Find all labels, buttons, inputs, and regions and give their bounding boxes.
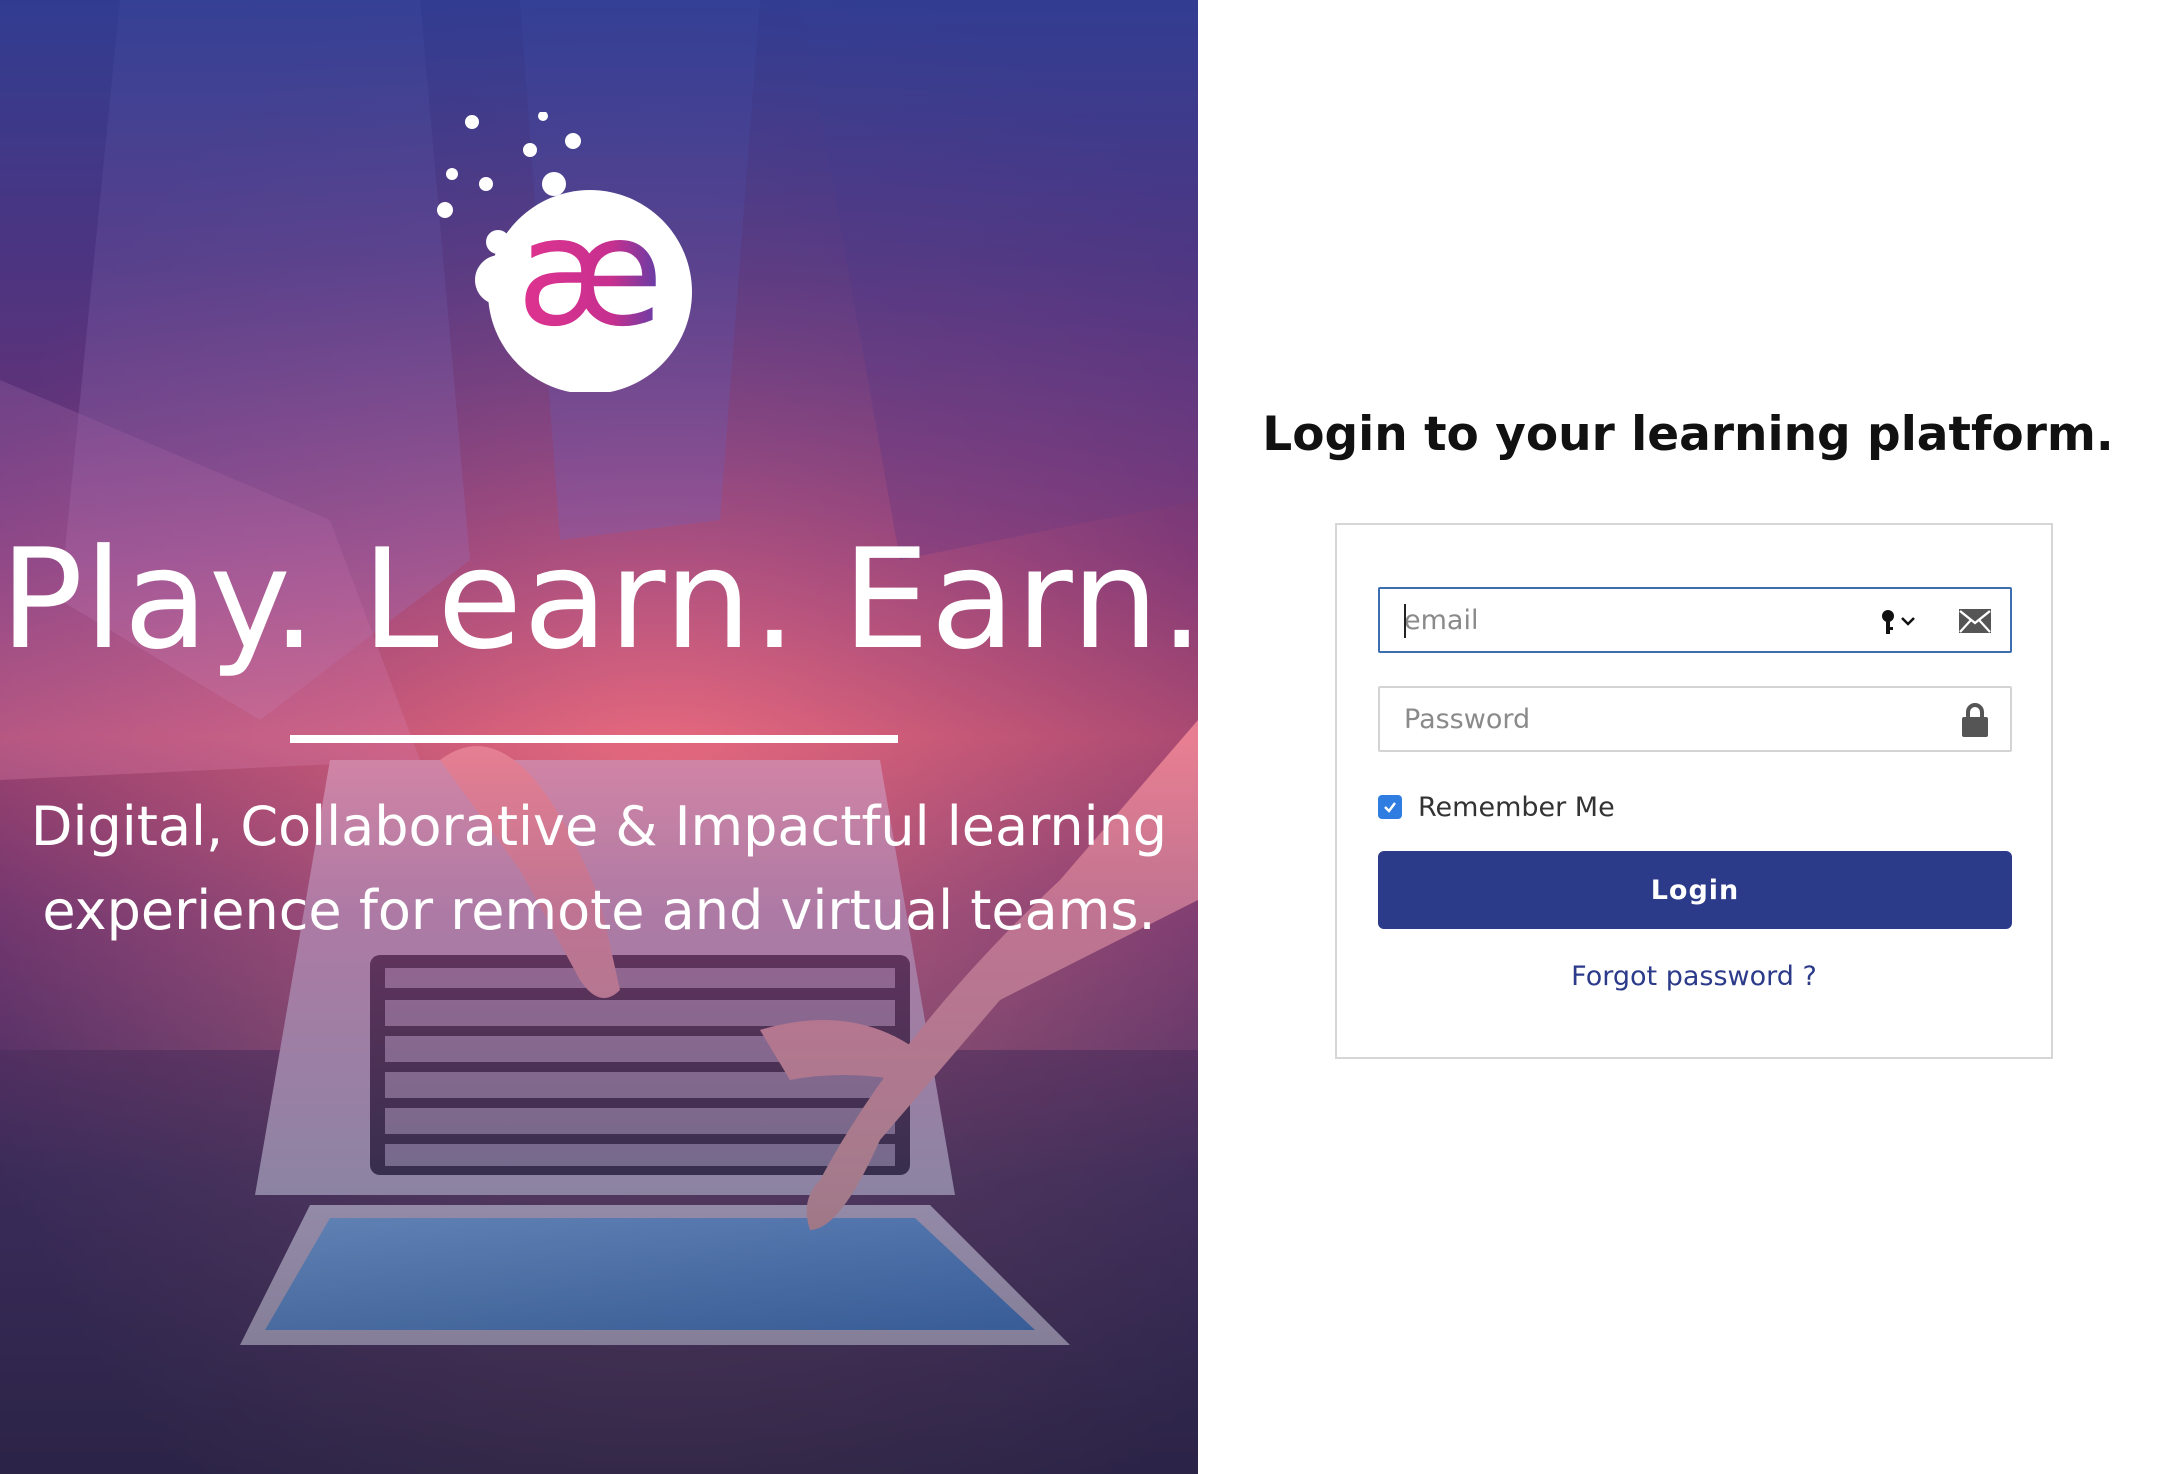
- password-field-wrapper: [1378, 686, 2012, 752]
- remember-me-row[interactable]: Remember Me: [1378, 787, 1615, 827]
- check-icon: [1384, 802, 1396, 813]
- login-button[interactable]: Login: [1378, 851, 2012, 929]
- email-field-wrapper: [1378, 587, 2012, 653]
- hero-divider: [290, 735, 898, 743]
- brand-logo: æ: [437, 112, 692, 392]
- remember-me-checkbox[interactable]: [1378, 795, 1402, 819]
- hero-panel: æ Play. Learn. Earn. Digital, Collaborat…: [0, 0, 1198, 1474]
- hero-headline: Play. Learn. Earn.: [0, 519, 1198, 680]
- text-cursor: [1404, 604, 1406, 638]
- remember-me-label: Remember Me: [1418, 791, 1615, 823]
- logo-mark: æ: [516, 186, 663, 360]
- login-form: Remember Me Login Forgot password ?: [1335, 523, 2053, 1059]
- login-page: æ Play. Learn. Earn. Digital, Collaborat…: [0, 0, 2178, 1474]
- lock-icon: [1962, 703, 1988, 737]
- login-title: Login to your learning platform.: [1262, 407, 2114, 462]
- key-icon[interactable]: [1878, 607, 1922, 637]
- hero-subtitle-line1: Digital, Collaborative & Impactful learn…: [30, 795, 1168, 858]
- hero-subtitle-line2: experience for remote and virtual teams.: [42, 879, 1156, 942]
- mail-icon: [1959, 609, 1991, 633]
- forgot-password-link[interactable]: Forgot password ?: [1337, 961, 2051, 992]
- password-input[interactable]: [1380, 688, 2010, 750]
- hero-subtitle: Digital, Collaborative & Impactful learn…: [0, 785, 1198, 953]
